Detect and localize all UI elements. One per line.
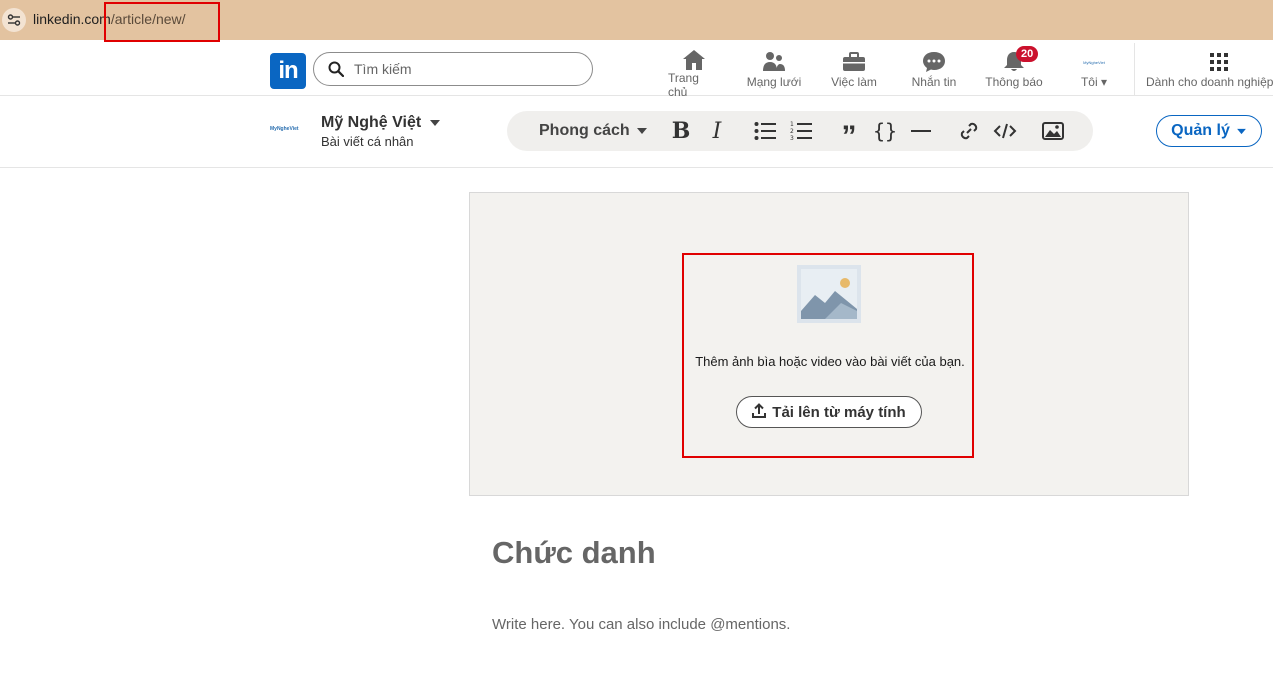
image-icon[interactable] [1039,111,1067,151]
svg-text:1: 1 [790,121,794,128]
numbered-list-icon[interactable]: 123 [787,111,815,151]
nav-for-business[interactable]: Dành cho doanh nghiệp [1146,49,1273,93]
svg-text:3: 3 [790,135,794,141]
manage-button[interactable]: Quản lý [1156,115,1262,147]
nav-notifications[interactable]: 20 Thông báo [982,46,1046,93]
author-logo: MyNgheViet [270,126,299,132]
chevron-down-icon: ▾ [1100,75,1108,89]
nav-home[interactable]: Trang chủ [668,49,720,99]
style-dropdown[interactable]: Phong cách [539,111,648,151]
cover-highlight [682,253,974,458]
grid-icon [1146,49,1273,75]
quote-icon[interactable]: ” [835,111,863,152]
article-body-input[interactable]: Write here. You can also include @mentio… [492,616,790,633]
nav-messaging[interactable]: Nhắn tin [908,49,960,93]
nav-label: Tôi ▾ [1080,75,1108,89]
briefcase-icon [842,49,866,75]
message-icon [922,49,946,75]
caret-down-icon [636,122,648,140]
home-icon [682,49,706,71]
author-subtitle: Bài viết cá nhân [321,134,414,149]
nav-label: Dành cho doanh nghiệp [1146,75,1273,89]
article-title-input[interactable]: Chức danh [492,535,656,571]
search-input[interactable] [354,61,574,77]
author-name: Mỹ Nghệ Việt [321,114,422,131]
caret-down-icon [1236,122,1247,140]
svg-text:2: 2 [790,128,794,135]
manage-label: Quản lý [1171,122,1230,139]
url-path-highlight [104,2,220,42]
notification-badge: 20 [1016,46,1039,62]
code-block-icon[interactable] [991,111,1019,151]
caret-down-icon [429,114,441,132]
nav-label: Thông báo [985,75,1043,89]
avatar-icon: MyNgheViet [1082,49,1106,75]
italic-icon[interactable]: I [703,111,731,151]
search-icon [328,61,344,77]
search-box[interactable] [313,52,593,86]
url-host: linkedin.com [33,11,111,27]
formatting-toolbar: Phong cách B I 123 ” {} [507,111,1093,152]
bold-icon[interactable]: B [667,111,695,151]
nav-label: Trang chủ [668,71,699,99]
nav-divider [1134,43,1135,95]
code-braces-icon[interactable]: {} [871,111,899,151]
network-icon [762,49,786,75]
nav-label: Việc làm [831,75,877,89]
bulleted-list-icon[interactable] [751,111,779,151]
bell-icon: 20 [1002,46,1039,75]
editor-header: MyNgheViet Mỹ Nghệ Việt Bài viết cá nhân… [0,96,1273,168]
global-nav: in Trang chủ Mạng lưới Việc làm Nhắn tin… [0,43,1273,99]
nav-jobs[interactable]: Việc làm [828,49,880,93]
link-icon[interactable] [955,111,983,151]
linkedin-logo[interactable]: in [270,53,306,89]
tune-icon[interactable] [2,8,26,32]
nav-network[interactable]: Mạng lưới [744,49,804,93]
nav-label: Nhắn tin [911,75,957,89]
author-selector[interactable]: Mỹ Nghệ Việt [321,114,441,132]
nav-me[interactable]: MyNgheViet Tôi ▾ [1074,49,1114,93]
style-label: Phong cách [539,122,630,139]
nav-label: Mạng lưới [746,75,802,89]
divider-icon[interactable] [907,111,935,151]
